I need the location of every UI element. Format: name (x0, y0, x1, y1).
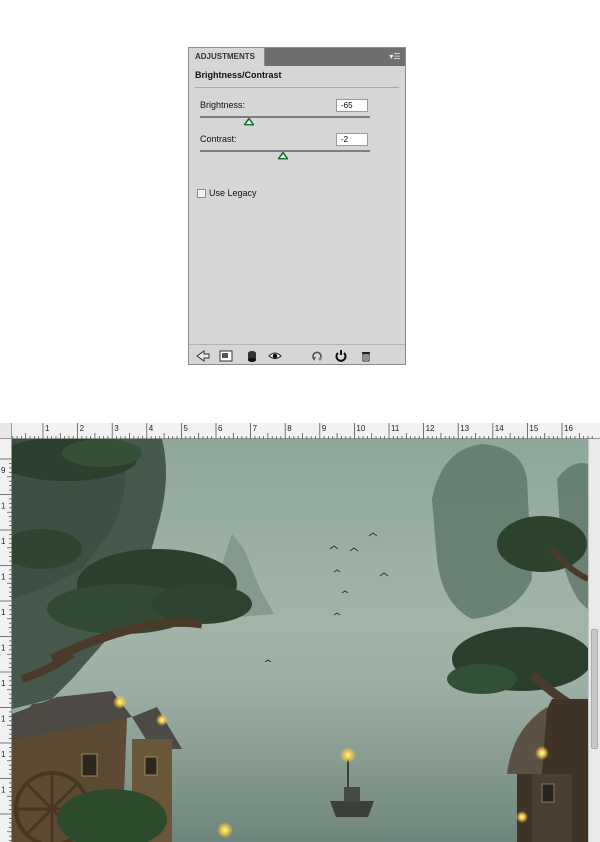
scrollbar-thumb[interactable] (591, 629, 598, 749)
horizontal-ruler[interactable]: 1 2 3 4 5 6 7 8 9 10 11 12 13 14 15 16 (12, 423, 600, 439)
ruler-label: 9 (1, 466, 6, 475)
ruler-label: 15 (529, 424, 538, 433)
adjustment-title: Brightness/Contrast (195, 70, 282, 80)
ruler-label: 1 (1, 786, 6, 795)
ruler-label: 12 (426, 424, 435, 433)
ruler-label: 1 (1, 608, 6, 617)
reset-icon[interactable] (334, 349, 348, 362)
ruler-label: 1 (1, 537, 6, 546)
ruler-label: 2 (80, 424, 85, 433)
panel-toolbar (189, 344, 405, 365)
document-window: 1 2 3 4 5 6 7 8 9 10 11 12 13 14 15 16 9111111111 (0, 423, 600, 842)
ruler-label: 1 (1, 679, 6, 688)
ruler-label: 1 (1, 573, 6, 582)
back-arrow-icon[interactable] (196, 349, 210, 362)
ruler-origin[interactable] (0, 423, 12, 439)
divider (195, 87, 399, 88)
ruler-label: 7 (253, 424, 258, 433)
ruler-label: 6 (218, 424, 223, 433)
adjustments-tab[interactable]: ADJUSTMENTS (189, 48, 265, 66)
clip-layer-icon[interactable] (245, 349, 259, 362)
brightness-label: Brightness: (200, 100, 246, 110)
ruler-label: 1 (1, 750, 6, 759)
ruler-label: 1 (1, 715, 6, 724)
contrast-label: Contrast: (200, 134, 237, 144)
ruler-label: 13 (460, 424, 469, 433)
delete-icon[interactable] (359, 349, 373, 362)
panel-header: ADJUSTMENTS ▾☰ (189, 48, 405, 66)
use-legacy-label: Use Legacy (209, 188, 257, 198)
ruler-label: 5 (183, 424, 188, 433)
ruler-label: 11 (391, 424, 400, 433)
vertical-ruler[interactable]: 9 1 1 1 1 1 1 1 1 1 (0, 439, 12, 842)
contrast-value-field[interactable]: -2 (336, 133, 368, 146)
use-legacy-checkbox[interactable] (197, 189, 206, 198)
panel-menu-icon[interactable]: ▾☰ (389, 51, 401, 62)
canvas-image[interactable] (12, 439, 588, 842)
ruler-label: 14 (495, 424, 504, 433)
ruler-label: 1 (1, 502, 6, 511)
ruler-label: 4 (149, 424, 154, 433)
ruler-label: 9 (322, 424, 327, 433)
visibility-eye-icon[interactable] (268, 349, 282, 361)
previous-state-icon[interactable] (310, 349, 324, 361)
ruler-label: 1 (1, 644, 6, 653)
expand-view-icon[interactable] (219, 349, 233, 362)
ruler-label: 3 (114, 424, 119, 433)
ruler-label: 8 (287, 424, 292, 433)
brightness-slider-track[interactable] (200, 116, 370, 118)
ruler-label: 16 (564, 424, 573, 433)
ruler-label: 1 (45, 424, 50, 433)
vertical-scrollbar[interactable] (588, 439, 600, 842)
ruler-label: 10 (356, 424, 365, 433)
brightness-value-field[interactable]: -65 (336, 99, 368, 112)
adjustments-panel: ADJUSTMENTS ▾☰ Brightness/Contrast Brigh… (188, 47, 406, 365)
